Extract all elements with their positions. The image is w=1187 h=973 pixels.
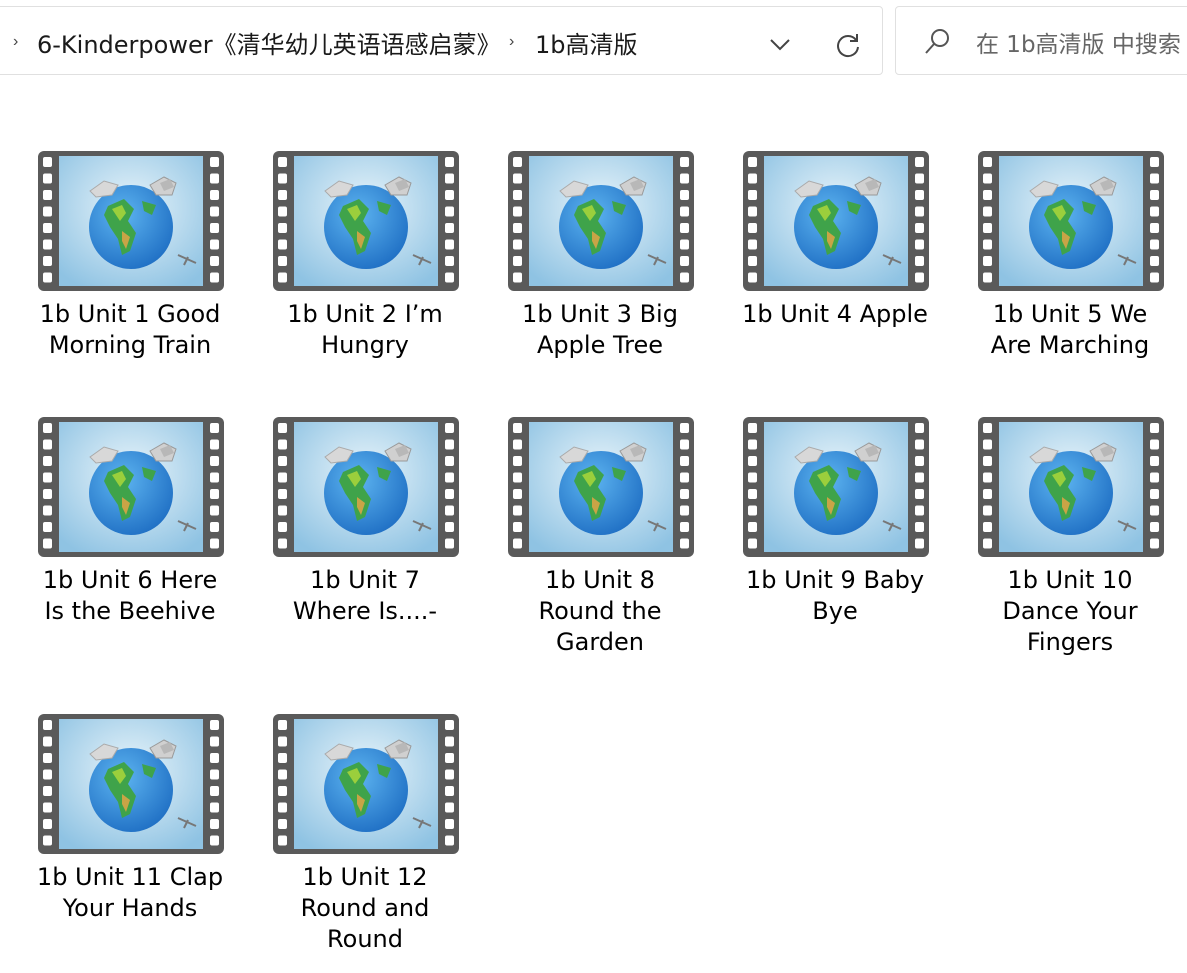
video-file-icon[interactable] <box>508 417 694 557</box>
file-name-label[interactable]: 1b Unit 5 We Are Marching <box>960 299 1180 361</box>
file-name-label[interactable]: 1b Unit 6 Here Is the Beehive <box>20 565 240 627</box>
file-grid: 1b Unit 1 Good Morning Train 1b Unit 2 I… <box>0 76 1187 973</box>
file-item[interactable]: 1b Unit 6 Here Is the Beehive <box>20 417 240 657</box>
file-item[interactable]: 1b Unit 12 Round and Round <box>255 714 475 954</box>
file-name-label[interactable]: 1b Unit 3 Big Apple Tree <box>490 299 710 361</box>
breadcrumb-item-current[interactable]: 1b高清版 <box>535 29 638 61</box>
video-file-icon[interactable] <box>743 417 929 557</box>
file-item[interactable]: 1b Unit 5 We Are Marching <box>960 151 1180 391</box>
video-file-icon[interactable] <box>743 151 929 291</box>
video-file-icon[interactable] <box>38 151 224 291</box>
file-name-label[interactable]: 1b Unit 4 Apple <box>725 299 945 330</box>
video-file-icon[interactable] <box>508 151 694 291</box>
breadcrumb-chevron-icon[interactable]: › <box>13 33 25 51</box>
file-name-label[interactable]: 1b Unit 11 Clap Your Hands <box>20 862 240 924</box>
file-item[interactable]: 1b Unit 9 Baby Bye <box>725 417 945 657</box>
video-file-icon[interactable] <box>38 417 224 557</box>
file-item[interactable]: 1b Unit 10 Dance Your Fingers <box>960 417 1180 657</box>
search-box[interactable]: 在 1b高清版 中搜索 <box>895 6 1187 75</box>
file-item[interactable]: 1b Unit 7 Where Is....- <box>255 417 475 657</box>
address-bar[interactable]: › 6-Kinderpower《清华幼儿英语语感启蒙》 › 1b高清版 <box>0 6 883 75</box>
video-file-icon[interactable] <box>978 151 1164 291</box>
file-item[interactable]: 1b Unit 4 Apple <box>725 151 945 391</box>
chevron-down-icon[interactable] <box>765 27 795 63</box>
search-icon <box>922 27 952 57</box>
explorer-toolbar: › 6-Kinderpower《清华幼儿英语语感启蒙》 › 1b高清版 在 1b… <box>0 0 1187 76</box>
file-item[interactable]: 1b Unit 8 Round the Garden <box>490 417 710 657</box>
file-name-label[interactable]: 1b Unit 8 Round the Garden <box>490 565 710 658</box>
file-name-label[interactable]: 1b Unit 10 Dance Your Fingers <box>960 565 1180 658</box>
file-name-label[interactable]: 1b Unit 1 Good Morning Train <box>20 299 240 361</box>
file-item[interactable]: 1b Unit 2 I’m Hungry <box>255 151 475 391</box>
file-item[interactable]: 1b Unit 1 Good Morning Train <box>20 151 240 391</box>
file-name-label[interactable]: 1b Unit 2 I’m Hungry <box>255 299 475 361</box>
search-input[interactable]: 在 1b高清版 中搜索 <box>976 29 1181 61</box>
breadcrumb-item-parent[interactable]: 6-Kinderpower《清华幼儿英语语感启蒙》 <box>37 29 501 61</box>
file-name-label[interactable]: 1b Unit 7 Where Is....- <box>255 565 475 627</box>
breadcrumb-chevron-icon[interactable]: › <box>509 33 521 51</box>
video-file-icon[interactable] <box>978 417 1164 557</box>
file-item[interactable]: 1b Unit 11 Clap Your Hands <box>20 714 240 954</box>
video-file-icon[interactable] <box>38 714 224 854</box>
video-file-icon[interactable] <box>273 714 459 854</box>
refresh-icon[interactable] <box>833 27 863 63</box>
file-name-label[interactable]: 1b Unit 9 Baby Bye <box>725 565 945 627</box>
file-name-label[interactable]: 1b Unit 12 Round and Round <box>255 862 475 955</box>
file-item[interactable]: 1b Unit 3 Big Apple Tree <box>490 151 710 391</box>
video-file-icon[interactable] <box>273 417 459 557</box>
video-file-icon[interactable] <box>273 151 459 291</box>
